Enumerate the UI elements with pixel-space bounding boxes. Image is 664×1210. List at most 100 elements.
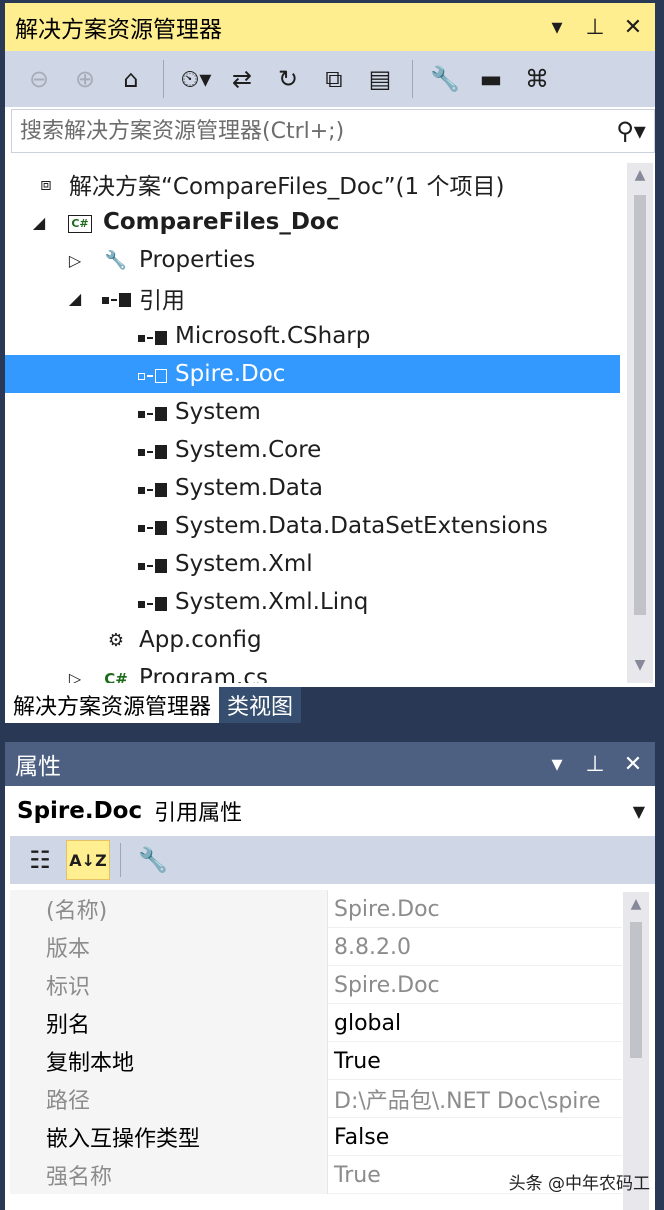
- tree-item[interactable]: Microsoft.CSharp: [5, 317, 620, 355]
- close-icon[interactable]: ✕: [621, 15, 645, 40]
- preview-icon[interactable]: ▬: [471, 59, 511, 99]
- collapsed-arrow-icon[interactable]: ▷: [65, 669, 85, 684]
- property-row[interactable]: 复制本地 True: [10, 1042, 622, 1080]
- sync-with-document-icon[interactable]: ⇄: [222, 59, 262, 99]
- collapse-all-icon[interactable]: ⧉: [314, 59, 354, 99]
- property-value: D:\产品包\.NET Doc\spire: [334, 1089, 601, 1114]
- tree-item[interactable]: System.Data.DataSetExtensions: [5, 507, 620, 545]
- property-value: 8.8.2.0: [334, 934, 411, 960]
- class-diagram-icon[interactable]: ⌘: [517, 59, 557, 99]
- property-row[interactable]: (名称) Spire.Doc: [10, 890, 622, 928]
- scroll-up-icon[interactable]: ▲: [627, 167, 653, 183]
- tree-item-label: 解决方案“CompareFiles_Doc”(1 个项目): [69, 174, 505, 200]
- solution-explorer-title-bar[interactable]: 解决方案资源管理器 ▾ ⊥ ✕: [5, 3, 655, 51]
- tree-item-label: System.Data.DataSetExtensions: [175, 513, 548, 539]
- toolbar-separator: [120, 843, 121, 877]
- solution-tree: ⧈ 解决方案“CompareFiles_Doc”(1 个项目) ◢ C# Compare…: [5, 159, 627, 683]
- expanded-arrow-icon[interactable]: ◢: [29, 213, 49, 232]
- tree-item[interactable]: System: [5, 393, 620, 431]
- chevron-down-icon[interactable]: ▼: [633, 802, 645, 821]
- tree-item[interactable]: ▷ 🔧 Properties: [5, 241, 620, 279]
- tab-class-view[interactable]: 类视图: [219, 687, 302, 723]
- object-type: 引用属性: [154, 801, 243, 826]
- scrollbar-thumb[interactable]: [634, 195, 646, 615]
- property-name: 路径: [10, 1080, 328, 1118]
- property-name: 嵌入互操作类型: [10, 1118, 328, 1156]
- scroll-up-icon[interactable]: ▲: [623, 896, 649, 912]
- tree-item[interactable]: System.Data: [5, 469, 620, 507]
- chevron-down-icon[interactable]: ▾: [545, 752, 569, 777]
- refresh-icon[interactable]: ↻: [268, 59, 308, 99]
- show-all-files-icon[interactable]: ▤: [360, 59, 400, 99]
- property-pages-wrench-icon[interactable]: 🔧: [131, 840, 175, 880]
- grid-vertical-scrollbar[interactable]: ▲: [623, 892, 649, 1210]
- tree-item-label: Microsoft.CSharp: [175, 323, 371, 349]
- home-icon[interactable]: ⌂: [111, 59, 151, 99]
- scroll-down-icon[interactable]: ▼: [627, 657, 653, 673]
- reference-icon: [137, 440, 167, 461]
- tree-item[interactable]: ◢ C# CompareFiles_Doc: [5, 203, 620, 241]
- tree-item-label: App.config: [139, 627, 262, 653]
- property-row[interactable]: 嵌入互操作类型 False: [10, 1118, 622, 1156]
- property-grid: (名称) Spire.Doc 版本 8.8.2.0 标识 Spire.Doc 别名 globa…: [10, 888, 622, 1210]
- property-value[interactable]: global: [328, 1004, 622, 1042]
- object-selector[interactable]: Spire.Doc 引用属性 ▼: [5, 788, 655, 834]
- watermark-text: 头条 @中年农码工: [508, 1174, 650, 1194]
- tree-item[interactable]: System.Xml: [5, 545, 620, 583]
- tree-vertical-scrollbar[interactable]: ▲ ▼: [627, 163, 653, 683]
- property-value: Spire.Doc: [334, 972, 440, 998]
- tree-item[interactable]: ▷ C# Program.cs: [5, 659, 620, 683]
- back-icon[interactable]: ⊖: [19, 59, 59, 99]
- reference-icon: [137, 402, 167, 423]
- pin-icon[interactable]: ⊥: [583, 752, 607, 777]
- wrench-icon: 🔧: [104, 249, 128, 271]
- property-name: 强名称: [10, 1156, 328, 1194]
- tree-item[interactable]: ⧈ 解决方案“CompareFiles_Doc”(1 个项目): [5, 165, 620, 203]
- pending-changes-filter-icon[interactable]: ⏲▾: [176, 59, 216, 99]
- tree-item-label: System.Core: [175, 437, 322, 463]
- tree-item-label: Program.cs: [139, 665, 268, 683]
- tree-item-label: System.Data: [175, 475, 323, 501]
- tree-item[interactable]: Spire.Doc: [5, 355, 620, 393]
- property-row[interactable]: 标识 Spire.Doc: [10, 966, 622, 1004]
- reference-icon: [137, 364, 167, 385]
- search-input[interactable]: [12, 111, 608, 151]
- tree-item-label: System: [175, 399, 261, 425]
- search-icon[interactable]: ⚲▾: [608, 117, 654, 145]
- pin-icon[interactable]: ⊥: [583, 15, 607, 40]
- chevron-down-icon[interactable]: ▾: [545, 15, 569, 40]
- properties-title-bar[interactable]: 属性 ▾ ⊥ ✕: [5, 742, 655, 786]
- tab-solution-explorer[interactable]: 解决方案资源管理器: [5, 687, 220, 723]
- property-value: Spire.Doc: [334, 896, 440, 922]
- tree-item-label: System.Xml: [175, 551, 313, 577]
- panel-title: 属性: [15, 754, 61, 780]
- property-name: 别名: [10, 1004, 328, 1042]
- config-file-icon: ⚙: [107, 629, 125, 651]
- property-row[interactable]: 版本 8.8.2.0: [10, 928, 622, 966]
- reference-icon: [101, 288, 131, 309]
- expanded-arrow-icon[interactable]: ◢: [65, 289, 85, 308]
- reference-icon: [137, 478, 167, 499]
- tree-item[interactable]: ◢ 引用: [5, 279, 620, 317]
- collapsed-arrow-icon[interactable]: ▷: [65, 251, 85, 270]
- tree-item[interactable]: System.Core: [5, 431, 620, 469]
- solution-explorer-search-box: ⚲▾: [11, 109, 655, 153]
- categorized-icon[interactable]: ☷: [18, 840, 62, 880]
- reference-icon: [137, 516, 167, 537]
- scrollbar-thumb[interactable]: [630, 922, 642, 1058]
- toolbar-separator: [163, 60, 164, 98]
- close-icon[interactable]: ✕: [621, 752, 645, 777]
- forward-icon[interactable]: ⊕: [65, 59, 105, 99]
- property-row[interactable]: 别名 global: [10, 1004, 622, 1042]
- property-row[interactable]: 路径 D:\产品包\.NET Doc\spire: [10, 1080, 622, 1118]
- tree-item[interactable]: System.Xml.Linq: [5, 583, 620, 621]
- alphabetical-sort-icon[interactable]: A↓Z: [66, 840, 110, 880]
- property-value[interactable]: True: [328, 1042, 622, 1080]
- properties-wrench-icon[interactable]: 🔧: [425, 59, 465, 99]
- tree-item-label: 引用: [139, 288, 185, 314]
- tree-item[interactable]: ⚙ App.config: [5, 621, 620, 659]
- tree-item-label: System.Xml.Linq: [175, 589, 369, 615]
- property-value[interactable]: False: [328, 1118, 622, 1156]
- properties-panel: 属性 ▾ ⊥ ✕ Spire.Doc 引用属性 ▼ ☷ A↓Z 🔧 (名称) Sp…: [5, 742, 655, 1210]
- solution-explorer-tabs: 解决方案资源管理器 类视图: [5, 687, 655, 723]
